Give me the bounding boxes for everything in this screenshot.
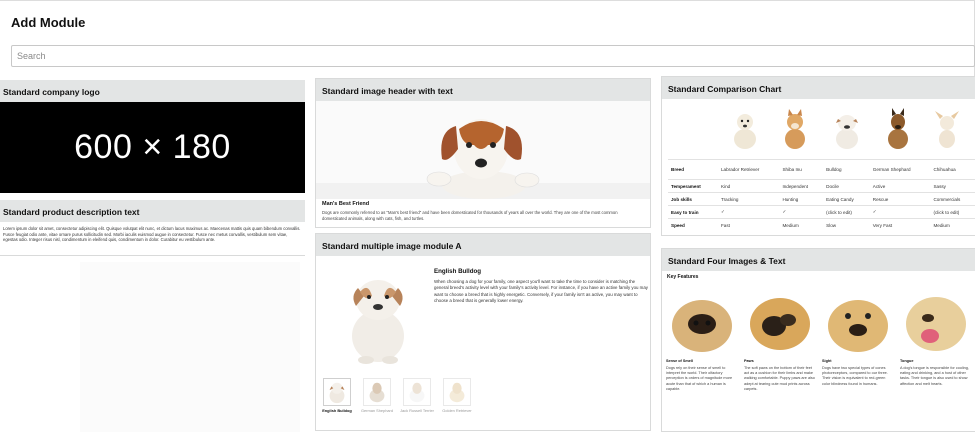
module-card-comparison-chart[interactable]: Standard Comparison Chart Breed Labrador… bbox=[661, 76, 975, 236]
feature-title: Tongue bbox=[900, 359, 914, 363]
dog-eyes-image bbox=[822, 294, 894, 354]
thumbnail-golden-retriever[interactable] bbox=[443, 378, 471, 406]
faded-background-image bbox=[80, 262, 300, 432]
german-shephard-image bbox=[888, 108, 908, 149]
module-card-title: Standard company logo bbox=[0, 80, 305, 102]
table-cell[interactable]: Medium bbox=[930, 218, 975, 232]
table-cell[interactable]: Bulldog bbox=[823, 159, 870, 180]
golden-retriever-thumb-image bbox=[449, 382, 465, 403]
description-text: Lorem ipsum dolor sit amet, consectetur … bbox=[3, 226, 301, 243]
module-card-title: Standard Comparison Chart bbox=[662, 77, 975, 99]
thumbnail-label: Golden Retriever bbox=[442, 408, 472, 413]
table-cell[interactable]: Commercials bbox=[930, 192, 975, 206]
table-row: Job skills Tracking Hunting Eating Candy… bbox=[668, 192, 975, 206]
table-row: Breed Labrador Retriever Shiba Inu Bulld… bbox=[668, 159, 975, 180]
bulldog-main-image bbox=[352, 280, 404, 364]
row-header: Job skills bbox=[668, 192, 718, 206]
table-cell[interactable]: (click to edit) bbox=[823, 205, 870, 219]
thumbnail-label: Jack Russell Terrier bbox=[400, 408, 434, 413]
dog-nose-image bbox=[666, 294, 738, 354]
feature-text: Dogs rely on their sense of smell to int… bbox=[666, 366, 733, 391]
feature-text: Dogs have two special types of cones pho… bbox=[822, 366, 888, 386]
table-cell[interactable]: Hunting bbox=[779, 192, 824, 206]
chihuahua-image bbox=[935, 111, 959, 148]
table-cell[interactable]: Tracking bbox=[718, 192, 780, 206]
thumbnail-label: English Bulldog bbox=[322, 408, 352, 413]
table-row: Temperament Kind Independent Docile Acti… bbox=[668, 179, 975, 193]
feature-text: A dog's tongue is responsible for coolin… bbox=[900, 366, 969, 386]
module-card-title: Standard Four Images & Text bbox=[662, 249, 975, 271]
bulldog-thumb-image bbox=[329, 382, 345, 404]
table-cell[interactable]: Fast bbox=[718, 218, 780, 232]
module-card-company-logo[interactable]: Standard company logo 600 × 180 bbox=[0, 80, 305, 194]
thumbnail-english-bulldog[interactable] bbox=[323, 378, 351, 406]
table-cell[interactable]: Chihuahua bbox=[930, 159, 975, 180]
thumbnail-jack-russell-terrier[interactable] bbox=[403, 378, 431, 406]
feature-text: The soft paws on the bottom of their fee… bbox=[744, 366, 815, 391]
table-cell[interactable]: Shiba Inu bbox=[779, 159, 824, 180]
shiba-inu-image bbox=[785, 109, 805, 149]
module-card-title: Standard multiple image module A bbox=[316, 234, 650, 256]
puppy-hero-image bbox=[316, 101, 650, 199]
table-cell[interactable]: Rescue bbox=[869, 192, 931, 206]
table-cell[interactable]: Slow bbox=[823, 218, 870, 232]
labrador-image bbox=[734, 114, 756, 149]
table-cell[interactable]: (click to edit) bbox=[930, 205, 975, 219]
table-cell[interactable]: ✓ bbox=[869, 205, 931, 219]
table-cell[interactable]: Medium bbox=[779, 218, 824, 232]
dog-tongue-image bbox=[900, 294, 972, 354]
dog-paws-image bbox=[744, 294, 816, 354]
logo-placeholder: 600 × 180 bbox=[0, 102, 305, 193]
module-card-product-description[interactable]: Standard product description text Lorem … bbox=[0, 200, 305, 256]
thumbnail-label: German Shephard bbox=[360, 408, 393, 413]
table-cell[interactable]: Sassy bbox=[930, 179, 975, 193]
table-cell[interactable]: Active bbox=[869, 179, 931, 193]
header-caption-text: Dogs are commonly referred to as "Man's … bbox=[322, 210, 618, 221]
feature-title: Sense of Smell bbox=[666, 359, 694, 363]
german-shephard-thumb-image bbox=[369, 382, 385, 403]
section-subtitle: Key Features bbox=[667, 274, 699, 280]
add-module-header: Add Module bbox=[0, 0, 975, 78]
item-title: English Bulldog bbox=[434, 268, 482, 275]
module-card-title: Standard image header with text bbox=[316, 79, 650, 101]
comparison-table: Breed Labrador Retriever Shiba Inu Bulld… bbox=[668, 159, 975, 232]
table-cell[interactable]: Independent bbox=[779, 179, 824, 193]
table-cell[interactable]: Docile bbox=[823, 179, 870, 193]
header-caption-title: Man's Best Friend bbox=[322, 201, 370, 207]
module-card-title: Standard product description text bbox=[0, 200, 305, 222]
table-cell[interactable]: ✓ bbox=[718, 205, 780, 219]
page-title: Add Module bbox=[11, 15, 86, 30]
row-header: Temperament bbox=[668, 179, 718, 193]
jack-russell-thumb-image bbox=[409, 382, 425, 403]
table-cell[interactable]: Very Fast bbox=[869, 218, 931, 232]
row-header: Easy to train bbox=[668, 205, 718, 219]
row-header: Breed bbox=[668, 159, 718, 180]
table-cell[interactable]: Eating Candy bbox=[823, 192, 870, 206]
thumbnail-german-shephard[interactable] bbox=[363, 378, 391, 406]
module-card-multiple-image[interactable]: Standard multiple image module A English… bbox=[315, 233, 651, 431]
item-text: When choosing a dog for your family, one… bbox=[434, 279, 648, 303]
feature-title: Sight bbox=[822, 359, 832, 363]
module-card-four-images[interactable]: Standard Four Images & Text Key Features… bbox=[661, 248, 975, 432]
bulldog-image bbox=[836, 115, 858, 149]
table-cell[interactable]: ✓ bbox=[779, 205, 824, 219]
table-cell[interactable]: German Shephard bbox=[869, 159, 931, 180]
module-card-image-header[interactable]: Standard image header with text Man's Be… bbox=[315, 78, 651, 228]
row-header: Speed bbox=[668, 218, 718, 232]
table-row: Easy to train ✓ ✓ (click to edit) ✓ (cli… bbox=[668, 205, 975, 219]
table-cell[interactable]: Kind bbox=[718, 179, 780, 193]
table-row: Speed Fast Medium Slow Very Fast Medium bbox=[668, 218, 975, 232]
table-cell[interactable]: Labrador Retriever bbox=[718, 159, 780, 180]
feature-title: Paws bbox=[744, 359, 754, 363]
search-input[interactable] bbox=[11, 45, 975, 67]
